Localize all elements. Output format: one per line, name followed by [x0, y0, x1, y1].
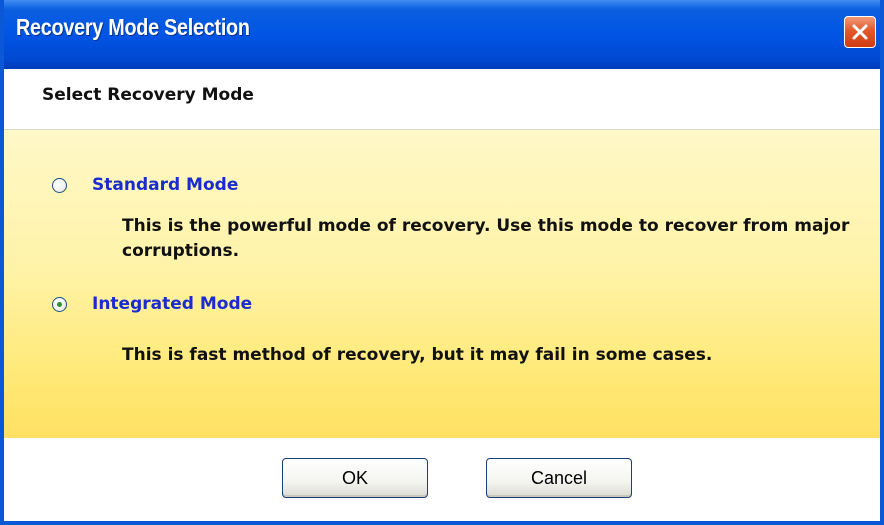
- dialog-footer: OK Cancel: [4, 438, 880, 521]
- close-icon: [852, 24, 868, 40]
- standard-mode-label[interactable]: Standard Mode: [92, 175, 238, 195]
- integrated-mode-radio[interactable]: [52, 296, 67, 312]
- title-bar[interactable]: Recovery Mode Selection: [4, 0, 880, 69]
- ok-button[interactable]: OK: [282, 458, 428, 498]
- close-button[interactable]: [844, 16, 876, 48]
- window-title: Recovery Mode Selection: [16, 14, 250, 40]
- integrated-mode-label[interactable]: Integrated Mode: [92, 294, 252, 314]
- standard-mode-description: This is the powerful mode of recovery. U…: [122, 216, 850, 261]
- integrated-mode-option[interactable]: Integrated Mode: [52, 294, 252, 314]
- cancel-button[interactable]: Cancel: [486, 458, 632, 498]
- standard-mode-option[interactable]: Standard Mode: [52, 175, 238, 195]
- standard-mode-radio[interactable]: [52, 177, 67, 193]
- header-title: Select Recovery Mode: [42, 85, 254, 105]
- recovery-mode-dialog: Recovery Mode Selection Select Recovery …: [0, 0, 884, 525]
- options-panel: Standard Mode This is the powerful mode …: [4, 130, 880, 438]
- radio-selected-dot-icon: [57, 301, 62, 307]
- dialog-header: Select Recovery Mode: [4, 69, 880, 130]
- integrated-mode-description: This is fast method of recovery, but it …: [122, 345, 713, 365]
